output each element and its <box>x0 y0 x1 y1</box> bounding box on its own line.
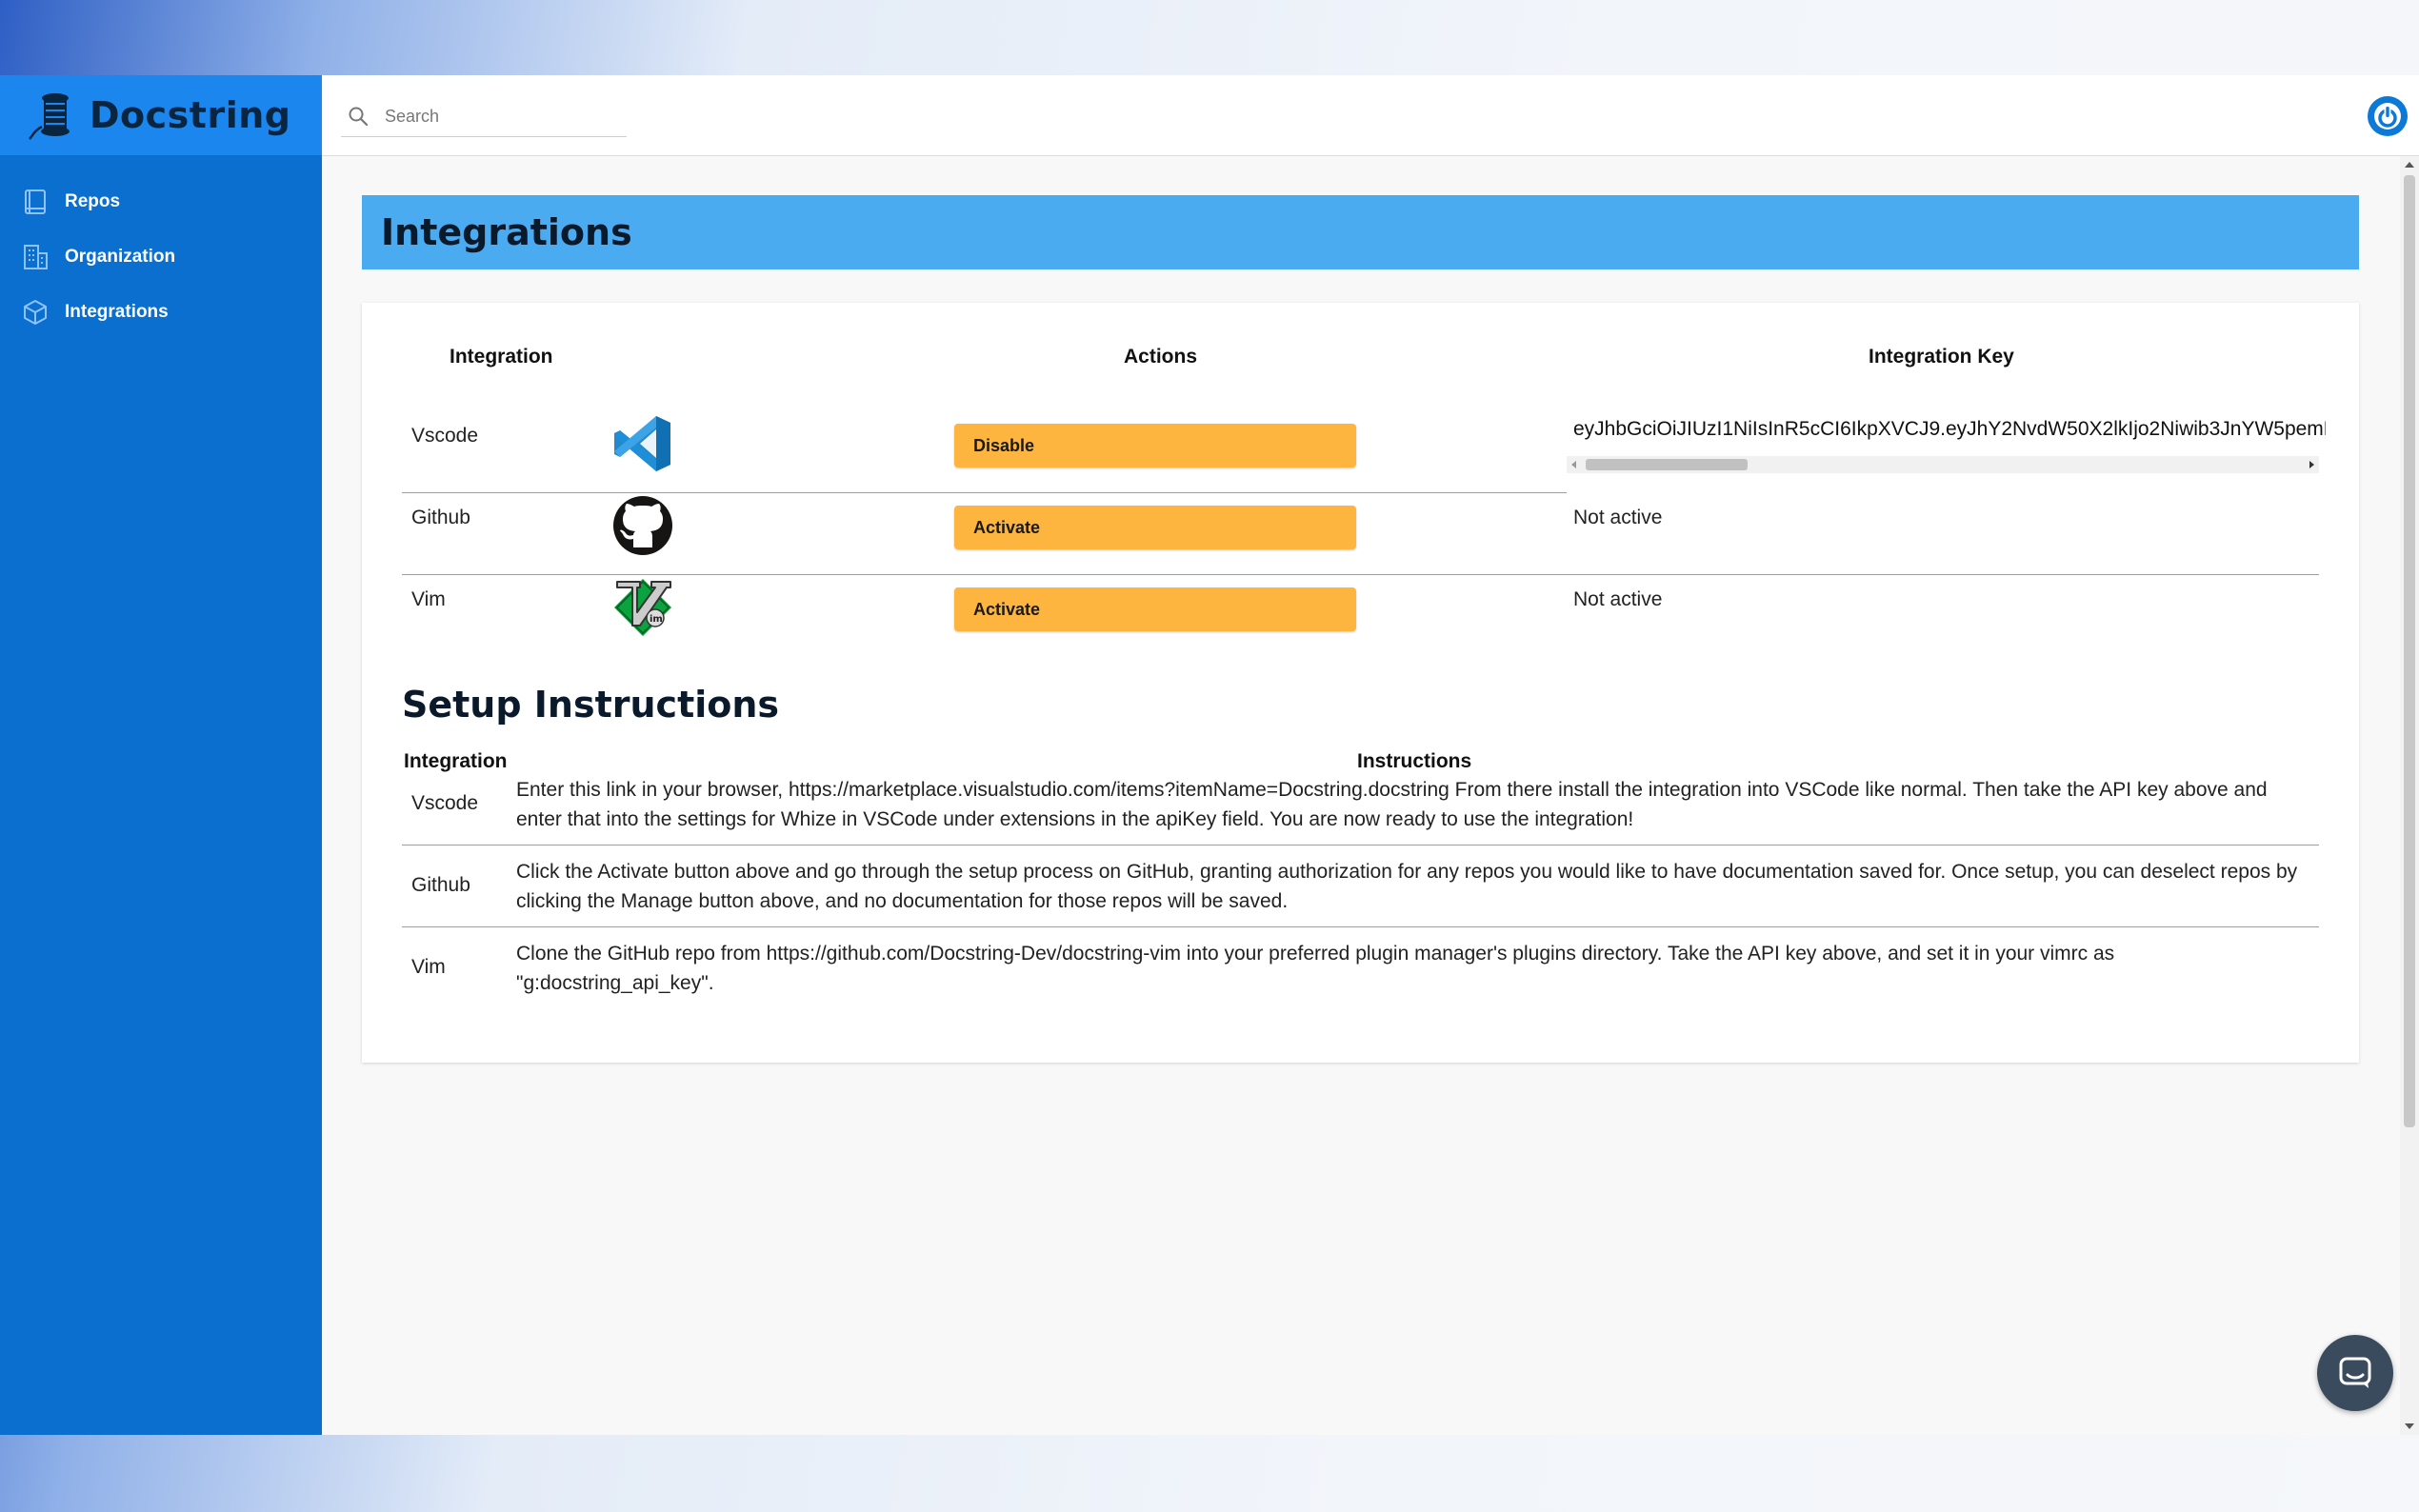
activate-vim-button[interactable]: Activate <box>954 587 1356 631</box>
integration-name: Vim <box>411 588 446 610</box>
repo-icon <box>25 189 46 214</box>
github-icon <box>613 496 672 555</box>
vertical-scrollbar[interactable] <box>2400 156 2419 1435</box>
scroll-up-icon[interactable] <box>2405 162 2414 168</box>
integration-key-status: Not active <box>1573 507 1663 528</box>
integration-name: Github <box>411 507 470 528</box>
horizontal-scrollbar[interactable] <box>1567 456 2319 473</box>
search-icon <box>349 107 369 127</box>
integration-key-status: Not active <box>1573 588 1663 610</box>
disable-vscode-button[interactable]: Disable <box>954 424 1356 468</box>
search-box <box>341 96 627 137</box>
integration-key-scrollbox[interactable]: eyJhbGciOiJIUzI1NiIsInR5cCI6IkpXVCJ9.eyJ… <box>1567 412 2326 479</box>
vscode-icon <box>614 416 670 471</box>
table-row: Vim im Activate Not active <box>402 559 2319 641</box>
spool-logo-icon <box>29 93 70 140</box>
page-title: Integrations <box>381 211 632 253</box>
scroll-right-icon[interactable] <box>2309 461 2314 468</box>
table-row: Vim Clone the GitHub repo from https://g… <box>402 927 2319 1009</box>
sidebar: Docstring Repos Organization Integration… <box>0 75 322 1435</box>
vim-icon: im <box>614 579 671 636</box>
integration-name: Github <box>411 874 470 896</box>
integration-key-value: eyJhbGciOiJIUzI1NiIsInR5cCI6IkpXVCJ9.eyJ… <box>1573 418 2326 440</box>
topbar <box>322 75 2419 156</box>
scroll-down-icon[interactable] <box>2405 1423 2414 1429</box>
instruction-text: Enter this link in your browser, https:/… <box>516 779 2268 830</box>
column-header-actions: Actions <box>1124 346 1198 368</box>
integration-name: Vim <box>411 956 446 978</box>
table-row: Vscode Enter this link in your browser, … <box>402 764 2319 846</box>
cube-icon <box>24 300 47 325</box>
sidebar-item-label: Integrations <box>65 302 169 322</box>
scrollbar-thumb[interactable] <box>2404 175 2415 1127</box>
building-icon <box>24 245 48 269</box>
sidebar-item-organization[interactable]: Organization <box>0 229 322 285</box>
brand-name: Docstring <box>90 94 291 136</box>
scroll-left-icon[interactable] <box>1571 461 1576 468</box>
power-icon[interactable] <box>2366 94 2409 138</box>
sidebar-item-repos[interactable]: Repos <box>0 174 322 229</box>
table-row: Github Click the Activate button above a… <box>402 846 2319 927</box>
page-header: Integrations <box>362 195 2359 269</box>
table-row: Vscode Disable eyJhbGciOiJIUzI1NiIsInR5c… <box>402 395 2326 479</box>
main-content: Integrations Integration Actions Integra… <box>322 156 2400 1435</box>
instruction-text: Clone the GitHub repo from https://githu… <box>516 943 2115 994</box>
integrations-card: Integration Actions Integration Key Vsco… <box>362 303 2359 1063</box>
sidebar-item-label: Repos <box>65 191 121 211</box>
column-header-integration-key: Integration Key <box>1869 346 2014 368</box>
search-input[interactable] <box>383 105 606 128</box>
integration-name: Vscode <box>411 792 479 814</box>
sidebar-item-integrations[interactable]: Integrations <box>0 285 322 340</box>
chat-launcher-button[interactable] <box>2317 1335 2393 1411</box>
svg-text:im: im <box>650 614 663 625</box>
sidebar-item-label: Organization <box>65 247 176 267</box>
setup-instructions-title: Setup Instructions <box>402 684 780 726</box>
table-row: Github Activate Not active <box>402 477 2319 559</box>
integration-name: Vscode <box>411 425 479 447</box>
activate-github-button[interactable]: Activate <box>954 506 1356 549</box>
instruction-text: Click the Activate button above and go t… <box>516 861 2298 912</box>
app-window: Docstring Repos Organization Integration… <box>0 75 2419 1435</box>
column-header-integration: Integration <box>450 346 553 368</box>
brand[interactable]: Docstring <box>0 75 322 155</box>
scrollbar-thumb[interactable] <box>1586 459 1748 470</box>
chat-icon <box>2339 1357 2371 1388</box>
sidebar-nav: Repos Organization Integrations <box>0 155 322 340</box>
